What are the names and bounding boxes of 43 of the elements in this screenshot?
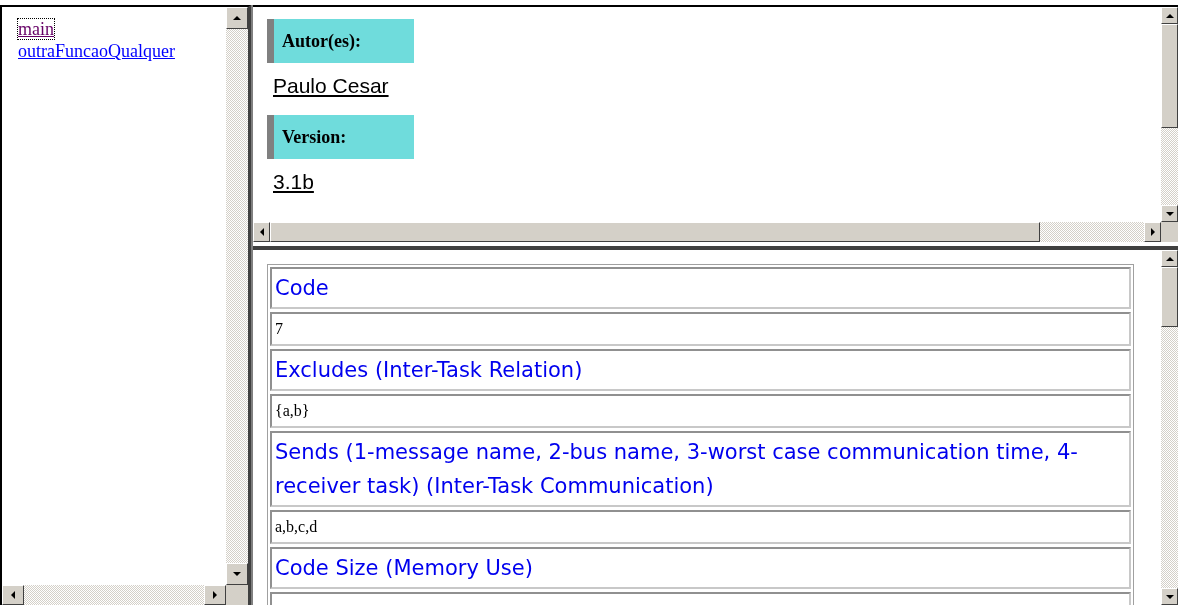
scrollbar-corner [1161,222,1178,242]
scroll-arrow-button[interactable] [1161,588,1178,605]
field-heading: Code [270,267,1131,309]
scroll-thumb[interactable] [270,222,1040,242]
field-heading: Sends (1-message name, 2-bus name, 3-worst case communication time, 4-receiver task) (Inter-Task Communication) [270,431,1131,507]
scroll-arrow-button[interactable] [226,7,248,29]
scroll-arrow-button[interactable] [253,222,270,242]
field-heading: Code Size (Memory Use) [270,547,1131,589]
section-value[interactable]: 3.1b [273,169,314,195]
nav-link[interactable]: outraFuncaoQualquer [18,41,175,61]
triangle-icon [212,591,218,599]
triangle-icon [258,228,265,236]
scroll-thumb[interactable] [1161,24,1178,128]
field-heading: Excludes (Inter-Task Relation) [270,349,1131,391]
scrollbar[interactable] [226,7,248,585]
scroll-arrow-button[interactable] [226,563,248,585]
nav-link[interactable]: main [18,19,54,39]
triangle-icon [10,591,16,599]
scrollbar[interactable] [1161,7,1178,222]
triangle-icon [233,571,241,577]
section-label: Autor(es): [267,19,414,63]
triangle-icon [1149,228,1156,236]
scroll-arrow-button[interactable] [204,585,226,605]
field-value: a,b,c,d [270,510,1131,544]
scrollbar[interactable] [253,222,1161,242]
scrollbar[interactable] [2,585,226,605]
triangle-icon [233,15,241,21]
scroll-arrow-button[interactable] [1161,250,1178,267]
field-value: {a,b} [270,394,1131,428]
scrollbar[interactable] [1161,250,1178,605]
field-value: 7 [270,312,1131,346]
section-value[interactable]: Paulo Cesar [273,73,389,99]
scroll-arrow-button[interactable] [2,585,24,605]
triangle-icon [1165,593,1174,600]
scrollbar-corner [226,585,248,605]
scroll-arrow-button[interactable] [1144,222,1161,242]
section-label: Version: [267,115,414,159]
triangle-icon [1165,210,1174,217]
triangle-icon [1165,255,1174,262]
scroll-arrow-button[interactable] [1161,7,1178,24]
scroll-arrow-button[interactable] [1161,205,1178,222]
scroll-thumb[interactable] [1161,267,1178,327]
triangle-icon [1165,12,1174,19]
